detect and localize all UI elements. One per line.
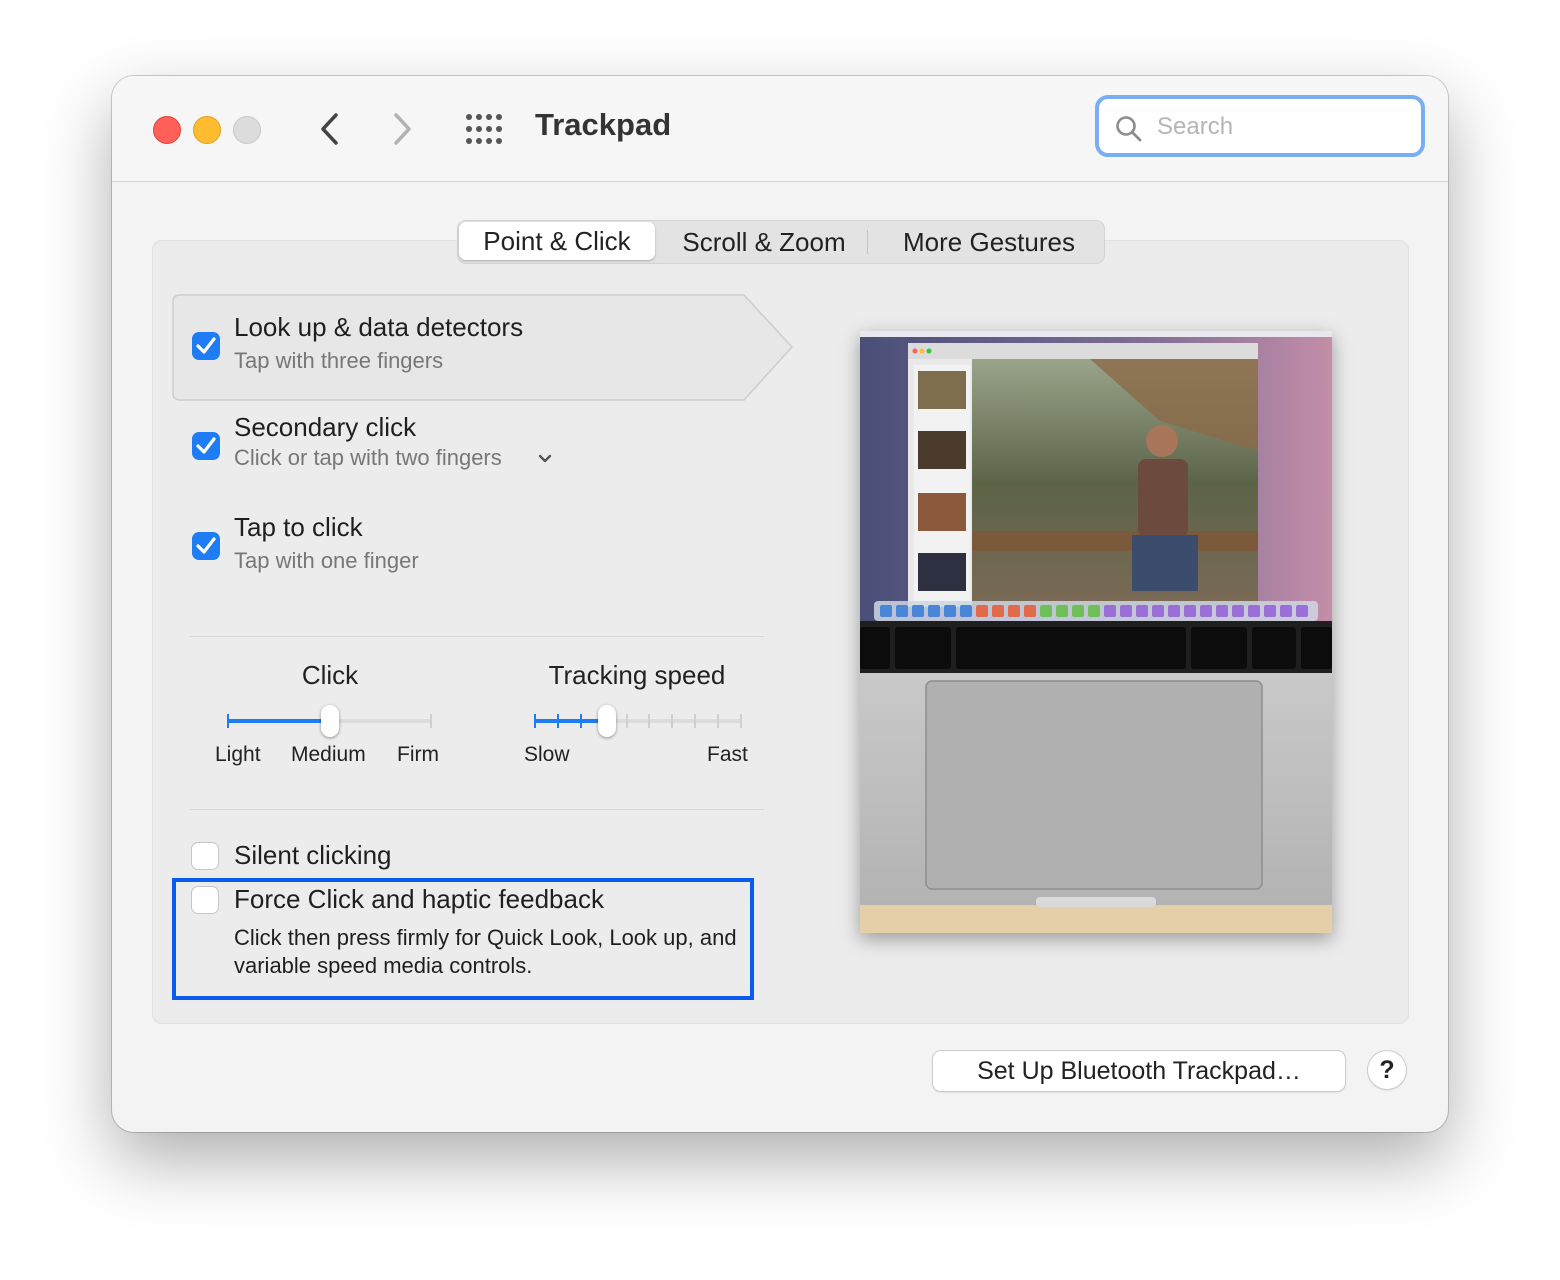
- divider: [190, 636, 764, 637]
- force-click-checkbox[interactable]: [191, 886, 219, 914]
- trackpad-preferences-window: Trackpad Point & Click Scroll & Zoom Mor…: [112, 76, 1448, 1132]
- click-slider-knob[interactable]: [321, 705, 339, 737]
- search-field[interactable]: [1095, 95, 1425, 157]
- tracking-slider-tick: [625, 714, 628, 728]
- tracking-speed-label: Tracking speed: [548, 660, 726, 690]
- click-slider-tick: [430, 714, 432, 728]
- minimize-window-button[interactable]: [193, 116, 221, 144]
- click-slider-fill: [228, 719, 330, 723]
- secondary-click-title: Secondary click: [234, 412, 417, 442]
- tracking-slider-tick: [534, 714, 536, 728]
- checkmark-icon: [196, 437, 216, 454]
- click-slider-label: Click: [301, 660, 359, 690]
- tap-to-click-subtitle: Tap with one finger: [234, 548, 419, 573]
- tap-to-click-checkbox[interactable]: [192, 532, 220, 560]
- divider: [190, 809, 764, 810]
- tracking-slider-tick: [579, 714, 582, 728]
- tracking-min-label: Slow: [524, 743, 570, 766]
- checkmark-icon: [196, 337, 216, 354]
- click-slider-tick: [227, 714, 229, 728]
- tracking-slider-tick: [717, 714, 720, 728]
- silent-clicking-title: Silent clicking: [234, 840, 392, 870]
- tab-more-gestures[interactable]: More Gestures: [878, 221, 1100, 263]
- tracking-slider-tick: [694, 714, 697, 728]
- tracking-slider-tick: [740, 714, 742, 728]
- look-up-checkbox[interactable]: [192, 332, 220, 360]
- tab-point-and-click[interactable]: Point & Click: [459, 222, 655, 260]
- show-all-grid-icon: [466, 114, 502, 144]
- silent-clicking-checkbox[interactable]: [191, 842, 219, 870]
- tracking-max-label: Fast: [707, 743, 748, 766]
- titlebar: Trackpad: [112, 76, 1448, 182]
- window-title: Trackpad: [535, 107, 672, 142]
- forward-button[interactable]: [382, 108, 422, 150]
- look-up-subtitle: Tap with three fingers: [234, 348, 444, 373]
- secondary-click-subtitle[interactable]: Click or tap with two fingers: [234, 445, 502, 471]
- chevron-down-icon[interactable]: [538, 454, 552, 464]
- secondary-click-checkbox[interactable]: [192, 432, 220, 460]
- tab-scroll-and-zoom[interactable]: Scroll & Zoom: [666, 221, 862, 263]
- tab-bar: Point & Click Scroll & Zoom More Gesture…: [457, 220, 1105, 264]
- chevron-left-icon: [321, 113, 338, 145]
- click-tick-light: Light: [215, 743, 261, 766]
- tracking-slider-fill: [535, 719, 608, 723]
- click-tick-firm: Firm: [397, 743, 439, 766]
- show-all-button[interactable]: [464, 112, 504, 146]
- trackpad-gesture-preview: [860, 331, 1332, 933]
- tracking-slider-tick: [556, 714, 559, 728]
- force-click-description: Click then press firmly for Quick Look, …: [234, 925, 737, 978]
- zoom-window-button[interactable]: [233, 116, 261, 144]
- close-window-button[interactable]: [153, 116, 181, 144]
- tracking-slider-knob[interactable]: [598, 705, 617, 737]
- chevron-right-icon: [394, 113, 411, 145]
- checkmark-icon: [196, 537, 216, 554]
- macbook-preview-illustration: [860, 331, 1332, 933]
- tracking-slider-tick: [648, 714, 651, 728]
- back-button[interactable]: [310, 108, 350, 150]
- look-up-title: Look up & data detectors: [234, 312, 524, 342]
- tab-separator: [867, 230, 868, 254]
- tap-to-click-title: Tap to click: [234, 512, 363, 542]
- click-tick-medium: Medium: [291, 743, 366, 766]
- search-icon: [1116, 116, 1142, 142]
- help-button[interactable]: ?: [1368, 1051, 1406, 1089]
- tracking-slider-tick: [671, 714, 674, 728]
- set-up-bluetooth-trackpad-button[interactable]: Set Up Bluetooth Trackpad…: [933, 1051, 1345, 1091]
- search-input[interactable]: [1155, 109, 1409, 145]
- force-click-title: Force Click and haptic feedback: [234, 884, 604, 914]
